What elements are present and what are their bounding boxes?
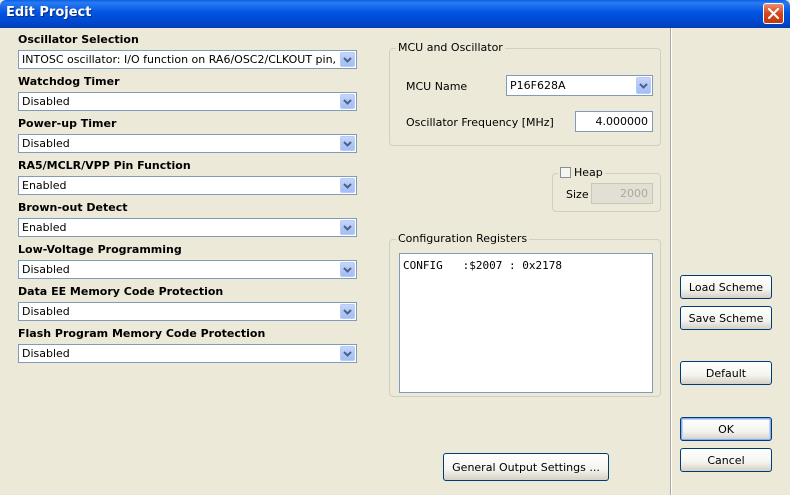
mcu-name-select[interactable]: P16F628A — [506, 75, 653, 96]
mcu-oscillator-group: MCU and Oscillator MCU Name P16F628A Osc… — [389, 41, 661, 146]
mclr-select-value: Enabled — [22, 179, 67, 192]
chevron-down-icon[interactable] — [340, 220, 355, 235]
heap-size-input[interactable]: 2000 — [591, 183, 653, 204]
mcu-group-title: MCU and Oscillator — [396, 41, 505, 54]
data-ee-select-value: Disabled — [22, 305, 70, 318]
cancel-button[interactable]: Cancel — [680, 448, 772, 472]
default-button[interactable]: Default — [680, 361, 772, 385]
oscillator-frequency-value: 4.000000 — [595, 115, 649, 128]
field-label-oscillator: Oscillator Selection — [18, 33, 139, 46]
field-label-powerup: Power-up Timer — [18, 117, 117, 130]
heap-checkbox[interactable] — [560, 167, 571, 178]
chevron-down-icon[interactable] — [340, 52, 355, 67]
config-registers-line: CONFIG :$2007 : 0x2178 — [403, 259, 562, 272]
heap-group: Heap Size 2000 — [552, 166, 661, 212]
flash-select-value: Disabled — [22, 347, 70, 360]
general-output-settings-button[interactable]: General Output Settings ... — [443, 453, 609, 481]
chevron-down-icon[interactable] — [340, 262, 355, 277]
powerup-select[interactable]: Disabled — [18, 134, 357, 153]
mclr-select[interactable]: Enabled — [18, 176, 357, 195]
config-registers-textarea[interactable]: CONFIG :$2007 : 0x2178 — [399, 253, 653, 393]
field-label-watchdog: Watchdog Timer — [18, 75, 120, 88]
oscillator-select[interactable]: INTOSC oscillator: I/O function on RA6/O… — [18, 50, 357, 69]
oscillator-select-value: INTOSC oscillator: I/O function on RA6/O… — [22, 53, 336, 66]
field-label-lvp: Low-Voltage Programming — [18, 243, 182, 256]
chevron-down-icon[interactable] — [636, 77, 651, 94]
config-registers-title: Configuration Registers — [396, 232, 530, 245]
load-scheme-button[interactable]: Load Scheme — [680, 275, 772, 299]
lvp-select[interactable]: Disabled — [18, 260, 357, 279]
heap-size-label: Size — [566, 188, 589, 201]
close-button[interactable] — [763, 3, 784, 24]
oscillator-frequency-label: Oscillator Frequency [MHz] — [406, 116, 554, 129]
ok-button[interactable]: OK — [680, 417, 772, 441]
chevron-down-icon[interactable] — [340, 94, 355, 109]
oscillator-frequency-input[interactable]: 4.000000 — [575, 111, 653, 132]
chevron-down-icon[interactable] — [340, 346, 355, 361]
chevron-down-icon[interactable] — [340, 136, 355, 151]
brownout-select[interactable]: Enabled — [18, 218, 357, 237]
chevron-down-icon[interactable] — [340, 304, 355, 319]
close-icon — [768, 8, 779, 19]
title-bar: Edit Project — [0, 0, 790, 28]
field-label-brownout: Brown-out Detect — [18, 201, 128, 214]
mcu-name-value: P16F628A — [510, 79, 566, 92]
flash-select[interactable]: Disabled — [18, 344, 357, 363]
watchdog-select[interactable]: Disabled — [18, 92, 357, 111]
lvp-select-value: Disabled — [22, 263, 70, 276]
powerup-select-value: Disabled — [22, 137, 70, 150]
heap-group-title: Heap — [558, 166, 605, 179]
right-panel-divider — [670, 28, 672, 495]
field-label-flash: Flash Program Memory Code Protection — [18, 327, 266, 340]
window-title: Edit Project — [6, 5, 92, 20]
field-label-mclr: RA5/MCLR/VPP Pin Function — [18, 159, 191, 172]
dialog-client: Oscillator Selection INTOSC oscillator: … — [4, 28, 786, 495]
config-registers-group: Configuration Registers CONFIG :$2007 : … — [389, 232, 661, 397]
heap-size-value: 2000 — [620, 187, 648, 200]
save-scheme-button[interactable]: Save Scheme — [680, 306, 772, 330]
data-ee-select[interactable]: Disabled — [18, 302, 357, 321]
field-label-data-ee: Data EE Memory Code Protection — [18, 285, 224, 298]
chevron-down-icon[interactable] — [340, 178, 355, 193]
mcu-name-label: MCU Name — [406, 80, 468, 93]
brownout-select-value: Enabled — [22, 221, 67, 234]
watchdog-select-value: Disabled — [22, 95, 70, 108]
heap-label: Heap — [574, 166, 603, 179]
